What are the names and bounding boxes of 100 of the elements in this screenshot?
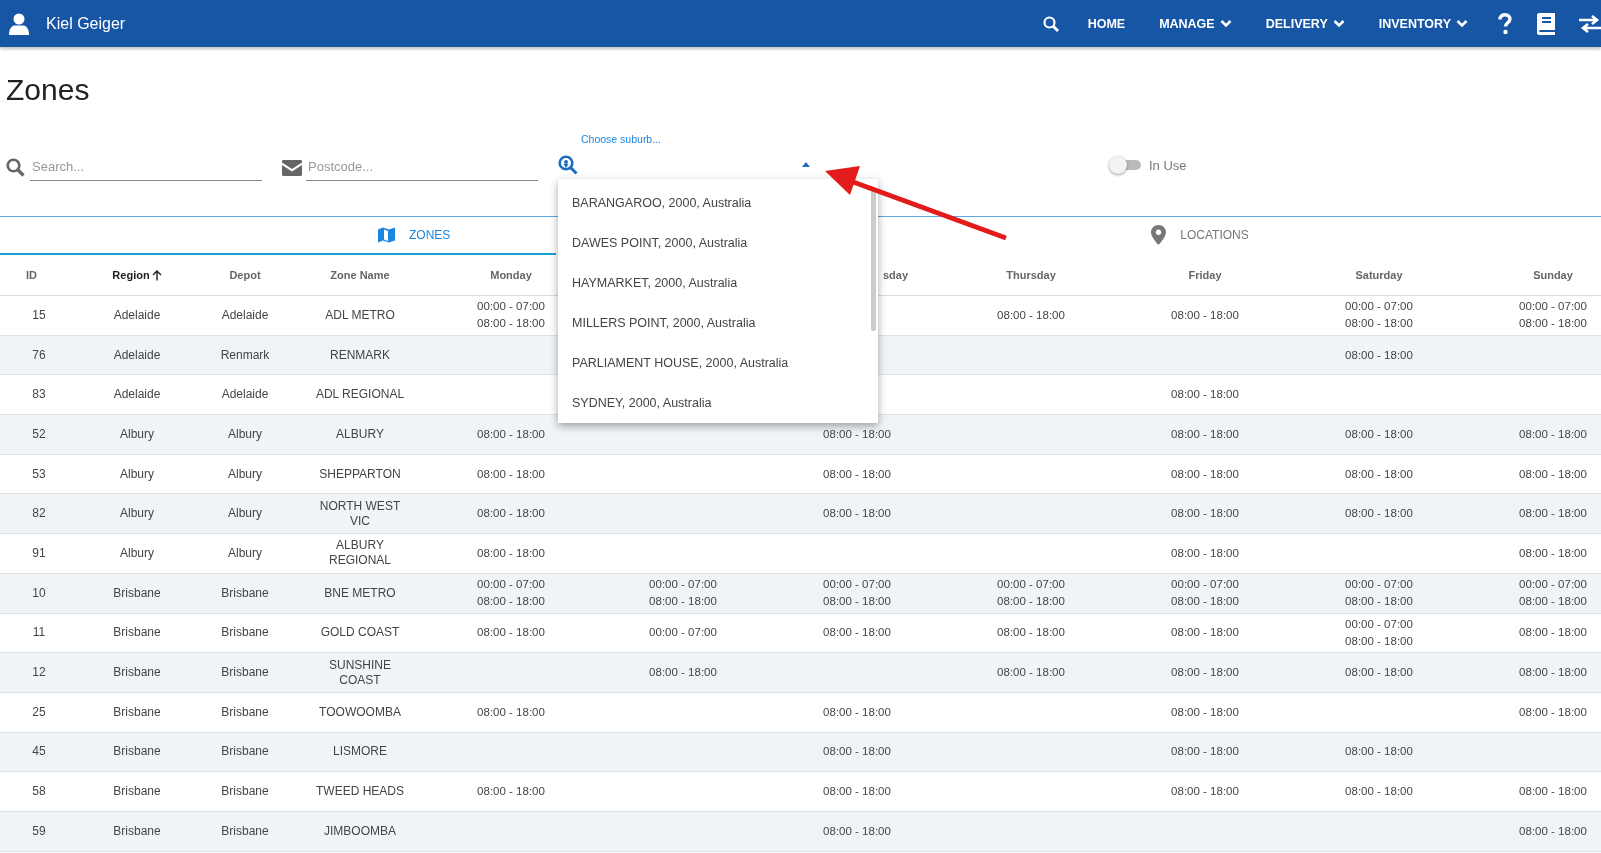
- table-cell: Adelaide: [113, 307, 161, 323]
- table-cell: Brisbane: [113, 744, 161, 760]
- time-range: 08:00 - 18:00: [1171, 704, 1239, 720]
- time-range: 08:00 - 18:00: [823, 784, 891, 800]
- time-range: 08:00 - 18:00: [1171, 307, 1239, 323]
- time-range: 00:00 - 07:00: [1519, 577, 1587, 593]
- time-range: 08:00 - 18:00: [1345, 665, 1413, 681]
- time-range: 08:00 - 18:00: [477, 594, 545, 610]
- time-range: 08:00 - 18:00: [1519, 704, 1587, 720]
- table-cell: 15: [32, 307, 46, 323]
- table-cell: ADL METRO: [325, 307, 395, 323]
- table-cell: ALBURY: [336, 426, 384, 442]
- time-range: 08:00 - 18:00: [1171, 665, 1239, 681]
- table-cell: 12: [32, 665, 46, 681]
- time-range: 08:00 - 18:00: [1345, 466, 1413, 482]
- time-range: 00:00 - 07:00: [997, 577, 1065, 593]
- time-range: 08:00 - 18:00: [477, 704, 545, 720]
- time-range: 08:00 - 18:00: [1519, 316, 1587, 332]
- table-cell: Albury: [228, 466, 262, 482]
- table-cell: BNE METRO: [324, 585, 396, 601]
- table-cell: 82: [32, 506, 46, 522]
- table-cell: Brisbane: [221, 585, 269, 601]
- table-cell: Brisbane: [113, 823, 161, 839]
- table-cell: 52: [32, 426, 46, 442]
- table-cell: 83: [32, 387, 46, 403]
- time-range: 08:00 - 18:00: [823, 506, 891, 522]
- time-range: 08:00 - 18:00: [823, 594, 891, 610]
- time-range: 08:00 - 18:00: [649, 665, 717, 681]
- time-range: 00:00 - 07:00: [649, 625, 717, 641]
- time-range: 08:00 - 18:00: [1171, 594, 1239, 610]
- time-range: 08:00 - 18:00: [649, 594, 717, 610]
- table-cell: 58: [32, 784, 46, 800]
- table-cell: Brisbane: [113, 665, 161, 681]
- time-range: 08:00 - 18:00: [1171, 744, 1239, 760]
- time-range: 08:00 - 18:00: [997, 594, 1065, 610]
- time-range: 08:00 - 18:00: [1171, 625, 1239, 641]
- time-range: 08:00 - 18:00: [1345, 594, 1413, 610]
- table-cell: Adelaide: [113, 347, 161, 363]
- time-range: 00:00 - 07:00: [823, 577, 891, 593]
- time-range: 08:00 - 18:00: [477, 506, 545, 522]
- table-cell: Brisbane: [221, 704, 269, 720]
- table-cell: Albury: [120, 545, 154, 561]
- time-range: 08:00 - 18:00: [823, 704, 891, 720]
- table-cell: SHEPPARTON: [319, 466, 401, 482]
- table-cell: 59: [32, 823, 46, 839]
- time-range: 08:00 - 18:00: [997, 307, 1065, 323]
- table-cell: 10: [32, 585, 46, 601]
- user-name: Kiel Geiger: [46, 14, 126, 33]
- table-cell: LISMORE: [333, 744, 387, 760]
- table-cell: Brisbane: [221, 784, 269, 800]
- table-cell: TOOWOOMBA: [319, 704, 401, 720]
- table-cell: Brisbane: [221, 823, 269, 839]
- table-cell: 45: [32, 744, 46, 760]
- time-range: 08:00 - 18:00: [1519, 784, 1587, 800]
- toggle-label: In Use: [1149, 157, 1187, 173]
- time-range: 08:00 - 18:00: [1519, 426, 1587, 442]
- table-cell: Brisbane: [113, 625, 161, 641]
- table-cell: 11: [32, 625, 46, 641]
- table-cell: 76: [32, 347, 46, 363]
- time-range: 08:00 - 18:00: [477, 316, 545, 332]
- time-range: 08:00 - 18:00: [1345, 426, 1413, 442]
- table-cell: ADL REGIONAL: [315, 387, 405, 403]
- table-cell: Brisbane: [113, 585, 161, 601]
- table-cell: Albury: [120, 466, 154, 482]
- time-range: 08:00 - 18:00: [477, 784, 545, 800]
- time-range: 08:00 - 18:00: [1171, 387, 1239, 403]
- time-range: 08:00 - 18:00: [1345, 784, 1413, 800]
- table-cell: Brisbane: [221, 665, 269, 681]
- time-range: 08:00 - 18:00: [1519, 665, 1587, 681]
- time-range: 08:00 - 18:00: [823, 426, 891, 442]
- time-range: 00:00 - 07:00: [477, 299, 545, 315]
- time-range: 08:00 - 18:00: [1171, 506, 1239, 522]
- table-cell: 53: [32, 466, 46, 482]
- time-range: 08:00 - 18:00: [1519, 625, 1587, 641]
- time-range: 08:00 - 18:00: [1171, 466, 1239, 482]
- time-range: 00:00 - 07:00: [1345, 577, 1413, 593]
- table-cell: 91: [32, 545, 46, 561]
- time-range: 08:00 - 18:00: [823, 744, 891, 760]
- page-title: Zones: [6, 72, 91, 108]
- time-range: 08:00 - 18:00: [1519, 506, 1587, 522]
- table-cell: Albury: [228, 426, 262, 442]
- table-cell: Renmark: [220, 347, 270, 363]
- time-range: 08:00 - 18:00: [1345, 744, 1413, 760]
- table-cell: Albury: [120, 506, 154, 522]
- time-range: 00:00 - 07:00: [1171, 577, 1239, 593]
- table-cell: Brisbane: [221, 744, 269, 760]
- time-range: 08:00 - 18:00: [823, 625, 891, 641]
- time-range: 08:00 - 18:00: [1345, 347, 1413, 363]
- table-cell: 25: [32, 704, 46, 720]
- table-cell: Albury: [120, 426, 154, 442]
- time-range: 08:00 - 18:00: [1345, 316, 1413, 332]
- time-range: 08:00 - 18:00: [1345, 506, 1413, 522]
- time-range: 00:00 - 07:00: [649, 577, 717, 593]
- time-range: 08:00 - 18:00: [1171, 426, 1239, 442]
- time-range: 08:00 - 18:00: [1519, 466, 1587, 482]
- time-range: 08:00 - 18:00: [1345, 633, 1413, 649]
- time-range: 00:00 - 07:00: [1345, 616, 1413, 632]
- time-range: 08:00 - 18:00: [823, 823, 891, 839]
- time-range: 00:00 - 07:00: [477, 577, 545, 593]
- table-cell: RENMARK: [330, 347, 390, 363]
